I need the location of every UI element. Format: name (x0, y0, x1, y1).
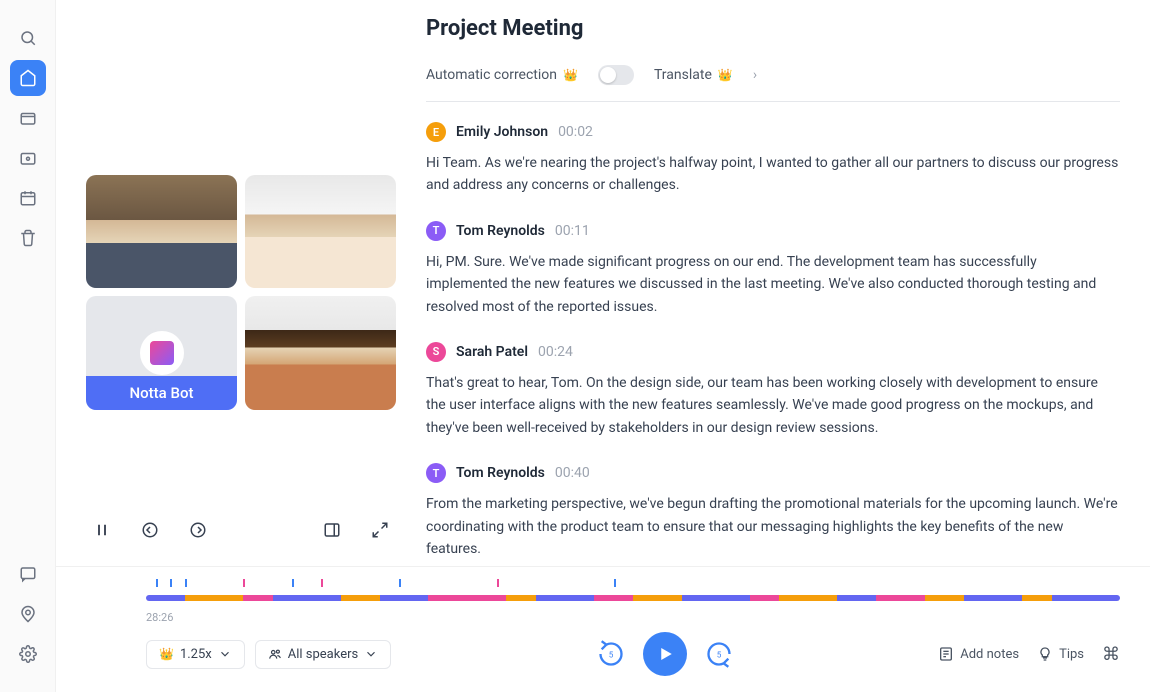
video-panel: Notta Bot (56, 0, 416, 566)
transcript-list: E Emily Johnson 00:02 Hi Team. As we're … (426, 122, 1120, 566)
speaker-name: Tom Reynolds (456, 223, 545, 239)
panel-toggle-button[interactable] (316, 514, 348, 546)
bottom-bar: 28:26 👑 1.25x All speakers 5 (56, 566, 1150, 692)
command-icon: ⌘ (1102, 644, 1120, 665)
transcript-entry[interactable]: T Tom Reynolds 00:40 From the marketing … (426, 463, 1120, 560)
crown-icon: 👑 (718, 68, 733, 82)
play-button[interactable] (643, 632, 687, 676)
sidebar (0, 0, 56, 692)
speakers-filter[interactable]: All speakers (255, 640, 391, 669)
page-title: Project Meeting (426, 16, 1120, 41)
pause-button[interactable] (86, 514, 118, 546)
folder-nav[interactable] (10, 100, 46, 136)
video-grid: Notta Bot (86, 175, 396, 410)
timestamp: 00:24 (538, 344, 573, 360)
transcript-entry[interactable]: T Tom Reynolds 00:11 Hi, PM. Sure. We've… (426, 221, 1120, 318)
options-row: Automatic correction 👑 Translate 👑 › (426, 65, 1120, 102)
notes-icon (938, 646, 954, 662)
speaker-name: Sarah Patel (456, 344, 528, 360)
search-icon (19, 29, 37, 47)
bulb-icon (1037, 646, 1053, 662)
trash-nav[interactable] (10, 220, 46, 256)
crown-icon: 👑 (159, 647, 174, 661)
calendar-nav[interactable] (10, 180, 46, 216)
transcript-text: Hi Team. As we're nearing the project's … (426, 152, 1120, 197)
speaker-avatar: T (426, 221, 446, 241)
video-tile-participant-2[interactable] (245, 175, 396, 288)
skip-back-button[interactable]: 5 (597, 640, 625, 668)
skip-forward-icon: 5 (705, 640, 733, 668)
transcript-text: That's great to hear, Tom. On the design… (426, 372, 1120, 439)
speaker-name: Emily Johnson (456, 124, 548, 140)
video-tile-participant-1[interactable] (86, 175, 237, 288)
forward-button[interactable] (182, 514, 214, 546)
speaker-avatar: E (426, 122, 446, 142)
users-icon (268, 647, 282, 661)
video-tile-bot[interactable]: Notta Bot (86, 296, 237, 409)
location-nav[interactable] (10, 596, 46, 632)
trash-icon (19, 229, 37, 247)
settings-icon (19, 645, 37, 663)
home-nav[interactable] (10, 60, 46, 96)
speaker-avatar: S (426, 342, 446, 362)
forward-icon (189, 521, 207, 539)
video-tile-participant-3[interactable] (245, 296, 396, 409)
timestamp: 00:40 (555, 465, 590, 481)
rewind-button[interactable] (134, 514, 166, 546)
tips-button[interactable]: Tips (1037, 646, 1084, 662)
rewind-icon (141, 521, 159, 539)
folder-icon (19, 109, 37, 127)
speaker-name: Tom Reynolds (456, 465, 545, 481)
chat-nav[interactable] (10, 556, 46, 592)
svg-text:5: 5 (608, 650, 613, 660)
shared-nav[interactable] (10, 140, 46, 176)
skip-forward-button[interactable]: 5 (705, 640, 733, 668)
translate-option[interactable]: Translate 👑 (654, 67, 733, 83)
transcript-entry[interactable]: E Emily Johnson 00:02 Hi Team. As we're … (426, 122, 1120, 197)
bot-logo (140, 331, 184, 375)
skip-back-icon: 5 (597, 640, 625, 668)
chat-icon (19, 565, 37, 583)
calendar-icon (19, 189, 37, 207)
svg-text:5: 5 (716, 650, 721, 660)
panel-icon (323, 521, 341, 539)
fullscreen-icon (371, 521, 389, 539)
shared-icon (19, 149, 37, 167)
crown-icon: 👑 (563, 68, 578, 82)
transcript-entry[interactable]: S Sarah Patel 00:24 That's great to hear… (426, 342, 1120, 439)
home-icon (19, 69, 37, 87)
search-nav[interactable] (10, 20, 46, 56)
speaker-avatar: T (426, 463, 446, 483)
timestamp: 00:02 (558, 124, 593, 140)
timeline[interactable] (146, 579, 1120, 607)
auto-correction-toggle[interactable] (598, 65, 634, 85)
fullscreen-button[interactable] (364, 514, 396, 546)
duration-label: 28:26 (146, 611, 1120, 624)
play-icon (656, 645, 674, 663)
location-icon (19, 605, 37, 623)
chevron-down-icon (364, 647, 378, 661)
add-notes-button[interactable]: Add notes (938, 646, 1019, 662)
transcript-text: Hi, PM. Sure. We've made significant pro… (426, 251, 1120, 318)
auto-correction-option[interactable]: Automatic correction 👑 (426, 67, 578, 83)
speed-selector[interactable]: 👑 1.25x (146, 640, 245, 669)
settings-nav[interactable] (10, 636, 46, 672)
bot-label: Notta Bot (86, 376, 237, 410)
pause-icon (93, 521, 111, 539)
keyboard-shortcuts-button[interactable]: ⌘ (1102, 644, 1120, 665)
transcript-text: From the marketing perspective, we've be… (426, 493, 1120, 560)
chevron-down-icon (218, 647, 232, 661)
timestamp: 00:11 (555, 223, 590, 239)
transcript-panel: Project Meeting Automatic correction 👑 T… (416, 0, 1150, 566)
chevron-right-icon: › (753, 67, 757, 83)
